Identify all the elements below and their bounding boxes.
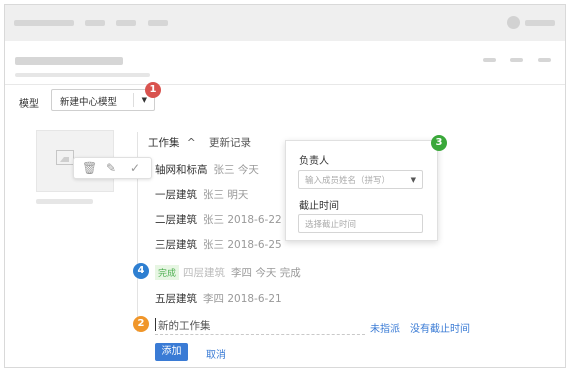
nav-placeholder-2 [85,20,105,26]
update-log-link[interactable]: 更新记录 [209,137,251,149]
user-name-placeholder [525,20,555,26]
chevron-down-icon: ▼ [410,176,416,184]
thumbnail-caption-placeholder [36,199,93,204]
list-item-completed[interactable]: 完成 四层建筑 李四 今天 完成 [155,265,301,280]
workset-header: 工作集 ^ 更新记录 [148,135,251,150]
add-button[interactable]: 添加 [155,343,188,361]
annotation-badge-2: 2 [133,316,149,332]
deadline-label: 截止时间 [299,201,339,212]
item-meta: 张三 明天 [203,189,249,201]
header-action-3[interactable] [538,58,551,62]
item-name: 五层建筑 [155,293,197,305]
text-cursor [155,318,156,331]
list-item[interactable]: 轴网和标高 张三 今天 [155,162,259,177]
page-title-placeholder [15,57,123,65]
avatar[interactable] [507,16,520,29]
chevron-down-icon: ▼ [141,96,147,104]
annotation-badge-1: 1 [145,82,161,98]
done-badge: 完成 [155,265,180,280]
cancel-button[interactable]: 取消 [206,346,226,361]
annotation-badge-3: 3 [431,135,447,151]
item-meta: 张三 今天 [213,164,259,176]
item-name: 轴网和标高 [155,164,208,176]
item-meta: 张三 2018-6-22 [203,214,282,226]
header-action-2[interactable] [510,58,523,62]
list-item[interactable]: 一层建筑 张三 明天 [155,187,248,202]
edit-icon[interactable]: ✎ [106,161,116,175]
owner-placeholder: 输入成员姓名（拼写） [305,176,391,186]
new-workset-placeholder: 新的工作集 [158,320,211,332]
assign-link[interactable]: 未指派 [370,320,400,335]
model-select[interactable]: 新建中心模型 ▼ [51,89,155,111]
select-separator [133,93,134,107]
item-name: 二层建筑 [155,214,197,226]
item-meta: 张三 2018-6-25 [203,239,282,251]
owner-label: 负责人 [299,156,329,167]
item-name: 三层建筑 [155,239,197,251]
nav-placeholder-4 [148,20,168,26]
list-item[interactable]: 五层建筑 李四 2018-6-21 [155,291,282,306]
nav-placeholder-1 [14,20,74,26]
top-nav-bar [5,5,565,41]
header-action-1[interactable] [483,58,496,62]
annotation-badge-4: 4 [133,263,149,279]
check-icon[interactable]: ✓ [130,161,140,175]
assign-popover: 负责人 输入成员姓名（拼写） ▼ 截止时间 选择截止时间 [285,140,438,241]
nav-placeholder-3 [116,20,136,26]
item-name: 四层建筑 [183,267,226,279]
model-label: 模型 [19,99,39,110]
list-item[interactable]: 三层建筑 张三 2018-6-25 [155,237,282,252]
item-meta: 李四 今天 完成 [231,267,301,279]
header-divider [5,84,565,85]
deadline-link[interactable]: 没有截止时间 [410,320,470,335]
workset-title: 工作集 [148,137,180,149]
model-select-value: 新建中心模型 [60,97,118,108]
trash-icon[interactable]: 🗑 [82,161,97,175]
item-meta: 李四 2018-6-21 [203,293,282,305]
deadline-picker[interactable]: 选择截止时间 [298,214,423,233]
item-name: 一层建筑 [155,189,197,201]
chevron-up-icon[interactable]: ^ [187,137,196,149]
image-icon [56,150,74,165]
owner-select[interactable]: 输入成员姓名（拼写） ▼ [298,170,423,189]
row-action-toolbar: 🗑 ✎ ✓ [73,157,152,179]
deadline-placeholder: 选择截止时间 [305,220,357,230]
list-item[interactable]: 二层建筑 张三 2018-6-22 [155,212,282,227]
subtitle-placeholder [15,73,150,77]
